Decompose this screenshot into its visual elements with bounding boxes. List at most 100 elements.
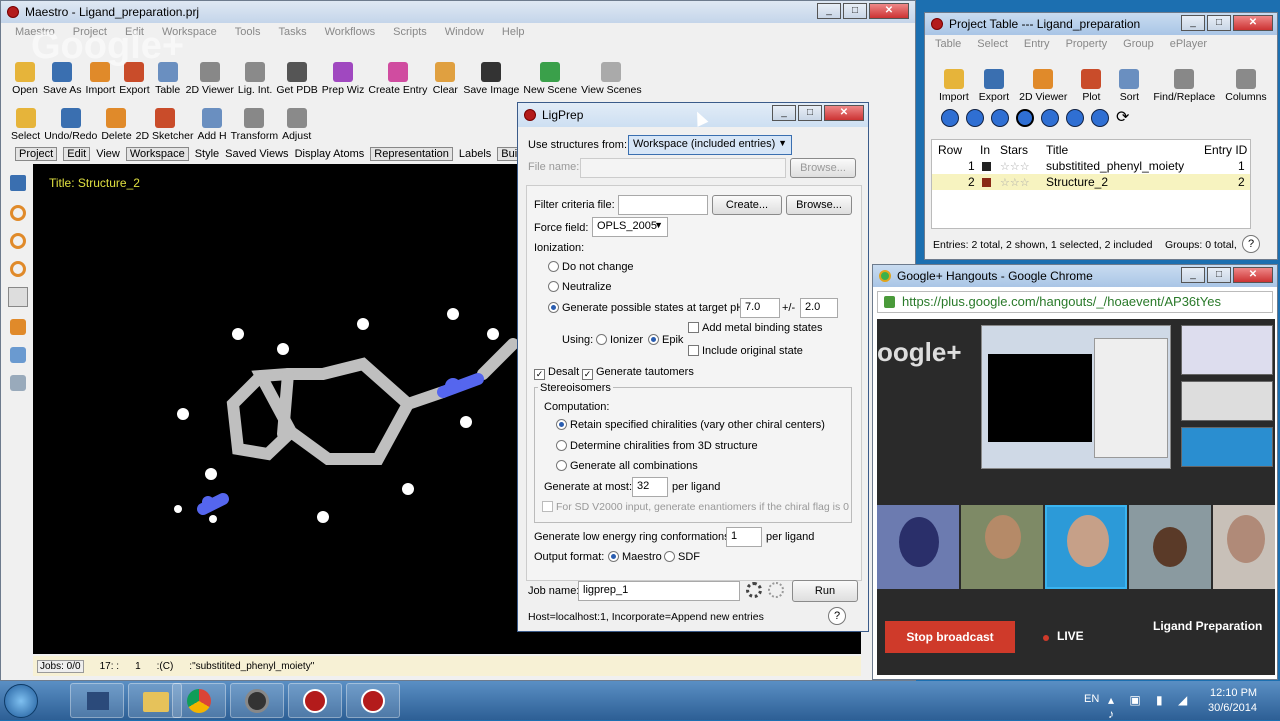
taskbar-maestro-2[interactable] bbox=[346, 683, 400, 718]
create-button[interactable]: Create... bbox=[712, 195, 782, 215]
taskbar-chrome[interactable] bbox=[172, 683, 226, 718]
maximize-button[interactable]: □ bbox=[1207, 15, 1231, 31]
stereo-all[interactable]: Generate all combinations bbox=[556, 460, 698, 472]
ring-icon[interactable] bbox=[10, 205, 26, 221]
menu-entry[interactable]: Entry bbox=[1024, 38, 1050, 50]
last-icon[interactable] bbox=[1091, 109, 1109, 127]
menu-scripts[interactable]: Scripts bbox=[393, 26, 427, 38]
taskbar-maestro-1[interactable] bbox=[288, 683, 342, 718]
ion-do-not-change[interactable]: Do not change bbox=[548, 261, 634, 273]
tab-edit[interactable]: Edit bbox=[63, 147, 91, 161]
first-icon[interactable] bbox=[941, 109, 959, 127]
using-ionizer[interactable]: Ionizer bbox=[596, 334, 643, 346]
participant-tile[interactable] bbox=[1213, 505, 1275, 589]
tab-style[interactable]: Style bbox=[195, 148, 219, 160]
tab-labels[interactable]: Labels bbox=[459, 148, 491, 160]
participant-tile[interactable] bbox=[961, 505, 1043, 589]
participant-tile[interactable] bbox=[877, 505, 959, 589]
structure-icon[interactable] bbox=[10, 175, 26, 191]
menu-group[interactable]: Group bbox=[1123, 38, 1154, 50]
table-row[interactable]: 2 ☆☆☆ Structure_2 2 bbox=[932, 174, 1250, 190]
file-browse-button[interactable]: Browse... bbox=[790, 158, 856, 178]
menu-help[interactable]: Help bbox=[502, 26, 525, 38]
toolbar-select-button[interactable]: Select bbox=[11, 108, 40, 142]
toolbar-add-h-button[interactable]: Add H bbox=[197, 108, 227, 142]
address-bar[interactable]: https://plus.google.com/hangouts/_/hoaev… bbox=[877, 291, 1273, 313]
pt-export-button[interactable]: Export bbox=[979, 69, 1009, 103]
menu-tools[interactable]: Tools bbox=[235, 26, 261, 38]
tautomers-checkbox[interactable]: ✓ Generate tautomers bbox=[582, 366, 694, 380]
include-checkbox[interactable] bbox=[982, 161, 991, 171]
maximize-button[interactable]: □ bbox=[798, 105, 822, 121]
filter-field[interactable] bbox=[618, 195, 708, 215]
output-maestro[interactable]: Maestro bbox=[608, 551, 662, 563]
file-name-field[interactable] bbox=[580, 158, 786, 178]
loop-icon[interactable]: ⟳ bbox=[1116, 109, 1129, 127]
run-button[interactable]: Run bbox=[792, 580, 858, 602]
add-metal-checkbox[interactable]: Add metal binding states bbox=[688, 322, 822, 334]
toolbar-create-entry-button[interactable]: Create Entry bbox=[368, 62, 427, 96]
play-icon[interactable] bbox=[1041, 109, 1059, 127]
include-original-checkbox[interactable]: Include original state bbox=[688, 345, 803, 357]
tab-saved-views[interactable]: Saved Views bbox=[225, 148, 288, 160]
maestro-titlebar[interactable]: Maestro - Ligand_preparation.prj _ □ ✕ bbox=[1, 1, 915, 23]
toolbar-delete-button[interactable]: Delete bbox=[101, 108, 132, 142]
menu-tasks[interactable]: Tasks bbox=[278, 26, 306, 38]
toolbar-new-scene-button[interactable]: New Scene bbox=[523, 62, 577, 96]
participant-tile[interactable] bbox=[1129, 505, 1211, 589]
previous-icon[interactable] bbox=[966, 109, 984, 127]
ph-field[interactable]: 7.0 bbox=[740, 298, 780, 318]
pt-plot-button[interactable]: Plot bbox=[1077, 69, 1105, 103]
force-field-select[interactable]: OPLS_2005 ▼ bbox=[592, 217, 668, 237]
toolbar-transform-button[interactable]: Transform bbox=[231, 108, 278, 142]
menu-window[interactable]: Window bbox=[445, 26, 484, 38]
toolbar-get-pdb-button[interactable]: Get PDB bbox=[276, 62, 318, 96]
stereo-determine[interactable]: Determine chiralities from 3D structure bbox=[556, 440, 758, 452]
minimize-button[interactable]: _ bbox=[772, 105, 796, 121]
maximize-button[interactable]: □ bbox=[1207, 267, 1231, 283]
participant-tile[interactable] bbox=[1045, 505, 1127, 589]
stars-rating[interactable]: ☆☆☆ bbox=[1000, 160, 1030, 173]
pt-2d-viewer-button[interactable]: 2D Viewer bbox=[1019, 69, 1067, 103]
close-button[interactable]: ✕ bbox=[869, 3, 909, 19]
menu-select[interactable]: Select bbox=[977, 38, 1008, 50]
taskbar-monitor-app[interactable] bbox=[70, 683, 124, 718]
pt-sort-button[interactable]: Sort bbox=[1115, 69, 1143, 103]
col-header[interactable]: Row bbox=[938, 143, 962, 157]
tab-workspace[interactable]: Workspace bbox=[125, 147, 189, 161]
screen-thumbnail[interactable] bbox=[1181, 381, 1273, 421]
tab-project[interactable]: Project bbox=[15, 147, 58, 161]
pt-find-replace-button[interactable]: Find/Replace bbox=[1153, 69, 1215, 103]
hexagon-icon[interactable] bbox=[10, 319, 26, 335]
minimize-button[interactable]: _ bbox=[1181, 15, 1205, 31]
help-icon[interactable]: ? bbox=[1242, 235, 1260, 253]
desalt-checkbox[interactable]: ✓ Desalt bbox=[534, 366, 579, 380]
ph-range-field[interactable]: 2.0 bbox=[800, 298, 838, 318]
stars-rating[interactable]: ☆☆☆ bbox=[1000, 176, 1030, 189]
gear-icon[interactable] bbox=[746, 582, 762, 598]
toolbar-adjust-button[interactable]: Adjust bbox=[282, 108, 311, 142]
toolbar-save-image-button[interactable]: Save Image bbox=[463, 62, 519, 96]
browse-button[interactable]: Browse... bbox=[786, 195, 852, 215]
ring-icon[interactable] bbox=[10, 233, 26, 249]
screen-thumbnail[interactable] bbox=[1181, 427, 1273, 467]
menu-eplayer[interactable]: ePlayer bbox=[1170, 38, 1207, 50]
close-button[interactable]: ✕ bbox=[1233, 15, 1273, 31]
toolbar-undo-redo-button[interactable]: Undo/Redo bbox=[44, 108, 97, 142]
ring-conf-field[interactable]: 1 bbox=[726, 527, 762, 547]
pause-icon[interactable] bbox=[1016, 109, 1034, 127]
toolbar-2d-viewer-button[interactable]: 2D Viewer bbox=[186, 62, 234, 96]
stop-broadcast-button[interactable]: Stop broadcast bbox=[885, 621, 1015, 653]
job-name-field[interactable]: ligprep_1 bbox=[578, 581, 740, 601]
step-back-icon[interactable] bbox=[991, 109, 1009, 127]
clock-time[interactable]: 12:10 PM bbox=[1210, 687, 1257, 699]
help-icon[interactable]: ? bbox=[828, 607, 846, 625]
clock-date[interactable]: 30/6/2014 bbox=[1208, 702, 1257, 714]
gen-at-most-field[interactable]: 32 bbox=[632, 477, 668, 497]
toolbar-clear-button[interactable]: Clear bbox=[431, 62, 459, 96]
taskbar-camera[interactable] bbox=[230, 683, 284, 718]
next-icon[interactable] bbox=[1066, 109, 1084, 127]
pt-import-button[interactable]: Import bbox=[939, 69, 969, 103]
hangouts-titlebar[interactable]: Google+ Hangouts - Google Chrome _ □ ✕ bbox=[873, 265, 1277, 287]
project-table-titlebar[interactable]: Project Table --- Ligand_preparation _ □… bbox=[925, 13, 1277, 35]
